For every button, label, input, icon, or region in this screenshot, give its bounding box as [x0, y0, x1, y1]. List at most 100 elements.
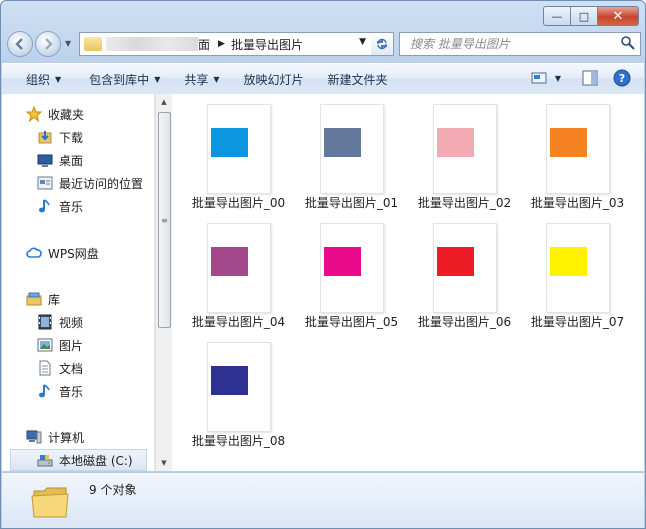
nav-scrollbar[interactable]: ▲ ≡ ▼	[155, 94, 172, 471]
help-button[interactable]: ?	[610, 67, 634, 89]
color-swatch	[550, 128, 587, 157]
nav-wps-label: WPS网盘	[48, 246, 99, 261]
nav-pictures[interactable]: 图片	[37, 335, 83, 355]
library-icon	[26, 291, 42, 307]
color-swatch	[437, 128, 474, 157]
preview-pane-button[interactable]	[578, 67, 602, 89]
file-item[interactable]: 批量导出图片_02	[398, 94, 511, 212]
minimize-icon: —	[551, 9, 563, 23]
nav-wps-cloud[interactable]: WPS网盘	[26, 243, 99, 263]
documents-icon	[37, 360, 53, 376]
new-folder-label: 新建文件夹	[327, 72, 388, 87]
nav-desktop-label: 桌面	[59, 153, 84, 168]
maximize-icon: □	[578, 9, 590, 23]
image-thumbnail	[320, 104, 384, 194]
file-item[interactable]: 批量导出图片_05	[285, 213, 398, 331]
nav-documents-label: 文档	[59, 361, 84, 376]
forward-button[interactable]	[35, 31, 61, 57]
breadcrumb-current-folder[interactable]: 批量导出图片	[231, 36, 303, 53]
chevron-down-icon: ▼	[55, 74, 62, 84]
include-in-library-menu[interactable]: 包含到库中 ▼	[79, 64, 170, 94]
address-bar[interactable]: 面 ▶ 批量导出图片 ▼	[79, 32, 373, 56]
view-dropdown-icon[interactable]: ▼	[552, 67, 564, 89]
chevron-right-icon[interactable]: ▶	[218, 39, 225, 49]
nav-recent-places-label: 最近访问的位置	[59, 176, 144, 191]
arrow-left-icon	[15, 38, 23, 50]
file-name: 批量导出图片_07	[530, 315, 625, 329]
maximize-button[interactable]: □	[571, 6, 597, 26]
nav-music-favorite[interactable]: 音乐	[37, 196, 83, 216]
nav-favorites-label: 收藏夹	[48, 107, 85, 122]
downloads-icon	[37, 129, 53, 145]
nav-downloads-label: 下载	[59, 130, 84, 145]
nav-libraries[interactable]: 库	[26, 289, 60, 309]
nav-videos-label: 视频	[59, 315, 84, 330]
image-thumbnail	[546, 223, 610, 313]
nav-desktop[interactable]: 桌面	[37, 150, 83, 170]
star-icon	[26, 106, 42, 122]
change-view-button[interactable]	[528, 67, 552, 89]
nav-local-disk-label: 本地磁盘 (C:)	[59, 453, 133, 468]
color-swatch	[211, 247, 248, 276]
file-name: 批量导出图片_03	[530, 196, 625, 210]
search-input[interactable]	[408, 36, 620, 52]
folder-icon	[84, 37, 102, 51]
scrollbar-thumb[interactable]: ≡	[158, 112, 171, 328]
image-thumbnail	[207, 342, 271, 432]
close-button[interactable]: ✕	[597, 6, 639, 26]
address-dropdown-icon[interactable]: ▼	[359, 37, 366, 47]
nav-recent-places[interactable]: 最近访问的位置	[37, 173, 143, 193]
file-item[interactable]: 批量导出图片_08	[172, 332, 285, 450]
nav-downloads[interactable]: 下载	[37, 127, 83, 147]
file-item[interactable]: 批量导出图片_04	[172, 213, 285, 331]
file-item[interactable]: 批量导出图片_00	[172, 94, 285, 212]
chevron-down-icon: ▼	[154, 74, 161, 84]
file-name: 批量导出图片_08	[191, 434, 286, 448]
back-button[interactable]	[7, 31, 33, 57]
color-swatch	[437, 247, 474, 276]
close-icon: ✕	[612, 8, 624, 24]
nav-favorites[interactable]: 收藏夹	[26, 104, 84, 124]
nav-documents[interactable]: 文档	[37, 358, 83, 378]
search-box[interactable]	[399, 32, 641, 56]
chevron-down-icon: ▼	[213, 74, 220, 84]
search-icon[interactable]	[620, 35, 636, 51]
recent-places-icon	[37, 175, 53, 191]
nav-music[interactable]: 音乐	[37, 381, 83, 401]
scroll-up-icon[interactable]: ▲	[156, 94, 172, 110]
video-icon	[37, 314, 53, 330]
arrow-right-icon	[45, 38, 53, 50]
music-note-icon	[37, 383, 53, 399]
image-thumbnail	[320, 223, 384, 313]
slideshow-button[interactable]: 放映幻灯片	[234, 64, 314, 94]
command-bar: 组织 ▼ 包含到库中 ▼ 共享 ▼ 放映幻灯片 新建文件夹 ▼ ?	[2, 63, 644, 95]
breadcrumb-desktop[interactable]: 面	[198, 36, 210, 53]
item-count: 9 个对象	[89, 483, 137, 497]
slideshow-label: 放映幻灯片	[243, 72, 304, 87]
file-item[interactable]: 批量导出图片_01	[285, 94, 398, 212]
help-icon: ?	[613, 69, 631, 87]
caption-buttons: — □ ✕	[543, 6, 639, 26]
color-swatch	[324, 247, 361, 276]
recent-pages-dropdown-icon[interactable]: ▼	[65, 39, 71, 48]
organize-menu[interactable]: 组织 ▼	[16, 64, 71, 94]
nav-videos[interactable]: 视频	[37, 312, 83, 332]
hard-drive-icon	[37, 452, 53, 468]
file-list: 批量导出图片_00 批量导出图片_01 批量导出图片_02 批量导出图片_03 …	[172, 94, 644, 471]
desktop-icon	[37, 152, 53, 168]
file-item[interactable]: 批量导出图片_03	[511, 94, 624, 212]
nav-computer[interactable]: 计算机	[26, 427, 84, 447]
nav-pictures-label: 图片	[59, 338, 84, 353]
nav-local-disk-c[interactable]: 本地磁盘 (C:)	[10, 449, 147, 471]
share-menu[interactable]: 共享 ▼	[174, 64, 229, 94]
file-item[interactable]: 批量导出图片_06	[398, 213, 511, 331]
file-item[interactable]: 批量导出图片_07	[511, 213, 624, 331]
image-thumbnail	[207, 223, 271, 313]
share-label: 共享	[184, 72, 209, 87]
scroll-down-icon[interactable]: ▼	[156, 455, 172, 471]
folder-icon	[31, 487, 69, 518]
minimize-button[interactable]: —	[543, 6, 571, 26]
new-folder-button[interactable]: 新建文件夹	[318, 64, 398, 94]
main-panes: 收藏夹 下载 桌面 最近访问的位置 音乐 WPS网盘 库 视频 图片 文档 音乐…	[2, 94, 644, 471]
refresh-button[interactable]	[371, 32, 394, 56]
